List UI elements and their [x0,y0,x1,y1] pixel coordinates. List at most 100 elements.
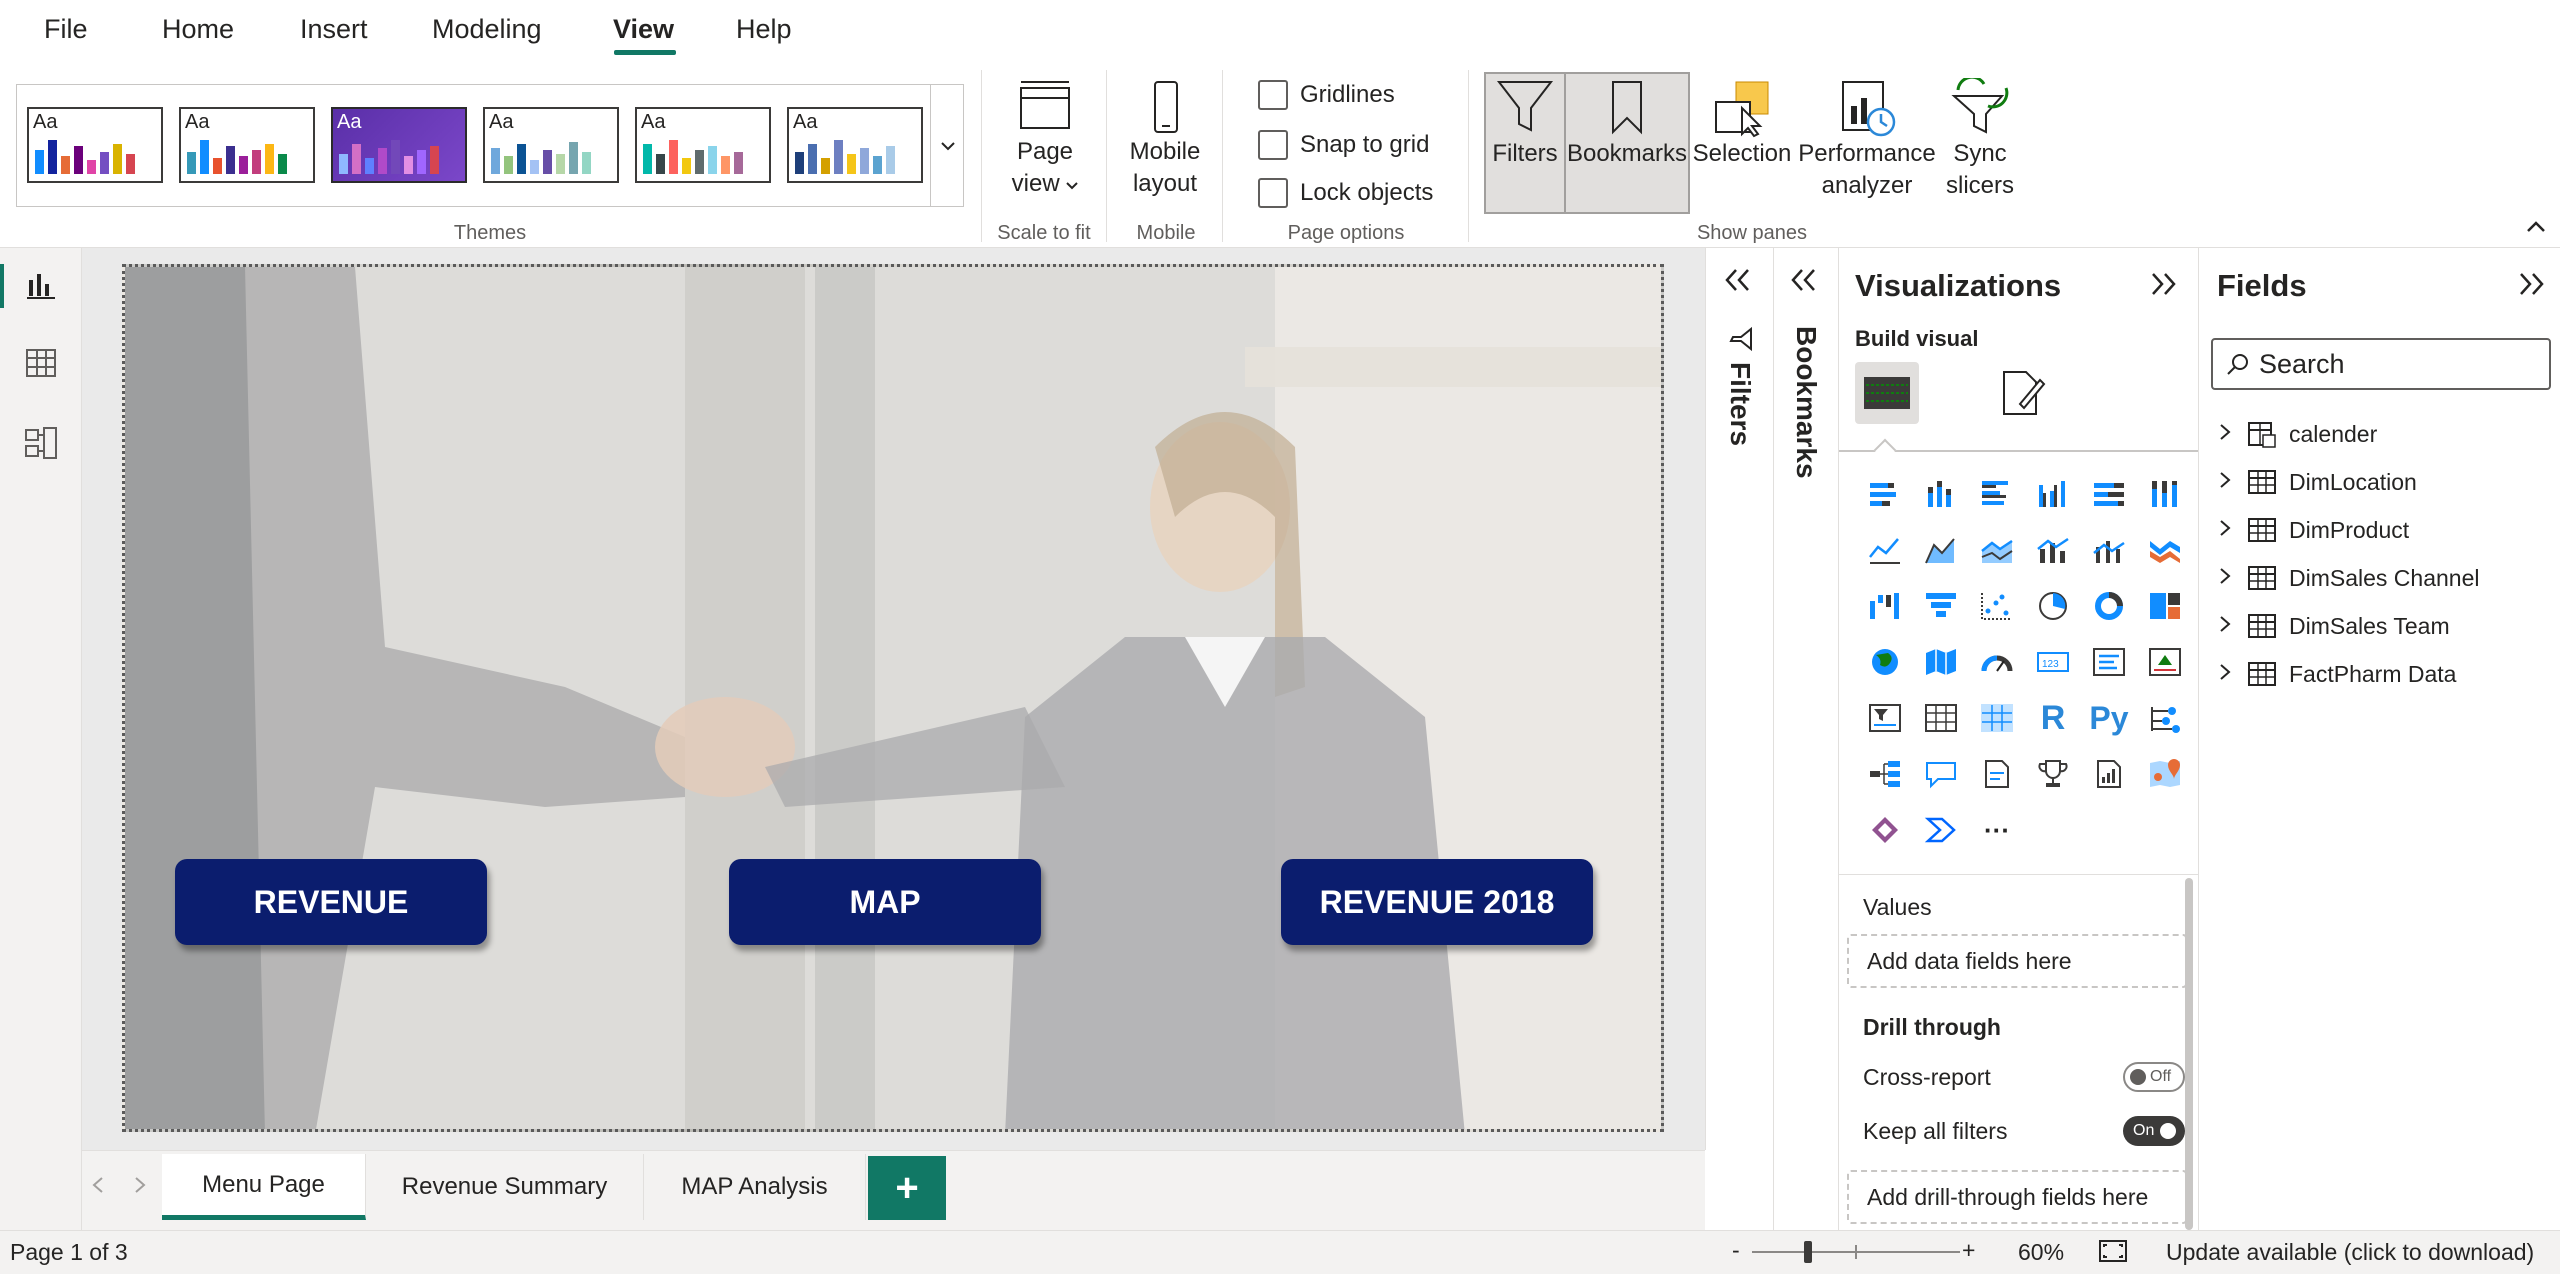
theme-swatch-2[interactable]: Aa [179,107,315,183]
paginated-report-icon[interactable] [2081,746,2137,802]
donut-chart-icon[interactable] [2081,578,2137,634]
metrics-trophy-icon[interactable] [2025,746,2081,802]
format-visual-tab[interactable] [1989,362,2053,424]
r-script-visual-icon[interactable]: R [2025,690,2081,746]
fit-to-page-button[interactable] [2098,1239,2128,1269]
mobile-layout-button[interactable]: Mobile layout [1122,80,1208,200]
slicer-icon[interactable] [1857,690,1913,746]
line-and-stacked-column-chart-icon[interactable] [2025,522,2081,578]
stacked-column-chart-icon[interactable] [1913,466,1969,522]
keep-all-filters-toggle[interactable]: On [2123,1116,2185,1146]
filters-pane-collapsed[interactable]: Filters [1705,248,1773,1150]
filters-pane-toggle[interactable]: Filters [1484,72,1566,214]
power-apps-icon[interactable] [1857,802,1913,858]
field-table-factpharm-data[interactable]: FactPharm Data [2219,654,2456,694]
cross-report-toggle[interactable]: Off [2123,1062,2185,1092]
line-chart-icon[interactable] [1857,522,1913,578]
python-visual-icon[interactable]: Py [2081,690,2137,746]
matrix-icon[interactable] [1969,690,2025,746]
bookmarks-pane-toggle[interactable]: Bookmarks [1564,72,1690,214]
treemap-icon[interactable] [2137,578,2193,634]
expand-bookmarks-button[interactable] [1790,268,1818,297]
pie-chart-icon[interactable] [2025,578,2081,634]
map-icon[interactable] [1857,634,1913,690]
collapse-ribbon-button[interactable] [2526,214,2546,240]
add-page-button[interactable]: + [868,1156,946,1220]
table-icon[interactable] [1913,690,1969,746]
expand-filters-button[interactable] [1724,268,1752,297]
build-visual-tab[interactable] [1855,362,1919,424]
azure-map-icon[interactable] [2137,746,2193,802]
theme-swatch-5[interactable]: Aa [635,107,771,183]
bookmarks-pane-collapsed[interactable]: Bookmarks [1773,248,1838,1230]
stacked-bar-chart-icon[interactable] [1857,466,1913,522]
menu-file[interactable]: File [44,14,88,45]
tab-menu-page[interactable]: Menu Page [162,1154,366,1220]
field-table-calender[interactable]: calender [2219,414,2377,454]
menu-modeling[interactable]: Modeling [432,14,542,45]
zoom-slider-thumb[interactable] [1804,1241,1812,1263]
collapse-visualizations-button[interactable] [2149,270,2177,304]
page-view-button[interactable]: Page view [1000,80,1090,200]
field-table-dimsales-channel[interactable]: DimSales Channel [2219,558,2479,598]
collapse-fields-button[interactable] [2517,270,2545,304]
menu-insert[interactable]: Insert [300,14,368,45]
line-and-clustered-column-chart-icon[interactable] [2081,522,2137,578]
theme-swatch-4[interactable]: Aa [483,107,619,183]
power-automate-icon[interactable] [1913,802,1969,858]
more-visuals-button[interactable]: ··· [1969,802,2025,858]
values-drop-zone[interactable]: Add data fields here [1847,934,2187,988]
fields-search-input[interactable]: Search [2211,338,2551,390]
themes-gallery-more-button[interactable] [930,84,964,207]
zoom-in-button[interactable]: + [1962,1237,1975,1264]
clustered-bar-chart-icon[interactable] [1969,466,2025,522]
field-table-dimsales-team[interactable]: DimSales Team [2219,606,2450,646]
tab-scroll-left-button[interactable] [92,1176,104,1199]
map-nav-button[interactable]: MAP [729,859,1041,945]
funnel-chart-icon[interactable] [1913,578,1969,634]
stacked-area-chart-icon[interactable] [1969,522,2025,578]
revenue-2018-nav-button[interactable]: REVENUE 2018 [1281,859,1593,945]
card-icon[interactable]: 123 [2025,634,2081,690]
decomposition-tree-icon[interactable] [1857,746,1913,802]
revenue-nav-button[interactable]: REVENUE [175,859,487,945]
tab-revenue-summary[interactable]: Revenue Summary [366,1154,644,1220]
performance-analyzer-toggle[interactable]: Performance analyzer [1794,76,1940,202]
field-table-dimlocation[interactable]: DimLocation [2219,462,2417,502]
sync-slicers-toggle[interactable]: Sync slicers [1940,76,2020,202]
tab-map-analysis[interactable]: MAP Analysis [644,1154,866,1220]
drill-through-drop-zone[interactable]: Add drill-through fields here [1847,1170,2187,1224]
waterfall-chart-icon[interactable] [1857,578,1913,634]
lock-objects-checkbox[interactable]: Lock objects [1258,178,1433,208]
key-influencers-icon[interactable] [2137,690,2193,746]
field-table-dimproduct[interactable]: DimProduct [2219,510,2409,550]
update-available-link[interactable]: Update available (click to download) [2166,1239,2534,1266]
theme-swatch-3-selected[interactable]: Aa [331,107,467,183]
report-page[interactable]: REVENUE MAP REVENUE 2018 [122,264,1664,1132]
kpi-icon[interactable] [2137,634,2193,690]
smart-narrative-icon[interactable] [1969,746,2025,802]
100-stacked-bar-chart-icon[interactable] [2081,466,2137,522]
data-view-button[interactable] [22,344,60,382]
model-view-button[interactable] [22,424,60,462]
multi-row-card-icon[interactable] [2081,634,2137,690]
report-view-button[interactable] [22,266,60,304]
scatter-chart-icon[interactable] [1969,578,2025,634]
area-chart-icon[interactable] [1913,522,1969,578]
gridlines-checkbox[interactable]: Gridlines [1258,80,1395,110]
selection-pane-toggle[interactable]: Selection [1692,76,1792,170]
tab-scroll-right-button[interactable] [134,1176,146,1199]
menu-home[interactable]: Home [162,14,234,45]
theme-swatch-default[interactable]: Aa [27,107,163,183]
ribbon-chart-icon[interactable] [2137,522,2193,578]
qa-visual-icon[interactable] [1913,746,1969,802]
menu-help[interactable]: Help [736,14,792,45]
snap-to-grid-checkbox[interactable]: Snap to grid [1258,130,1429,160]
gauge-icon[interactable] [1969,634,2025,690]
zoom-out-button[interactable]: - [1732,1237,1740,1264]
100-stacked-column-chart-icon[interactable] [2137,466,2193,522]
menu-view[interactable]: View [613,14,674,45]
filled-map-icon[interactable] [1913,634,1969,690]
clustered-column-chart-icon[interactable] [2025,466,2081,522]
theme-swatch-6[interactable]: Aa [787,107,923,183]
